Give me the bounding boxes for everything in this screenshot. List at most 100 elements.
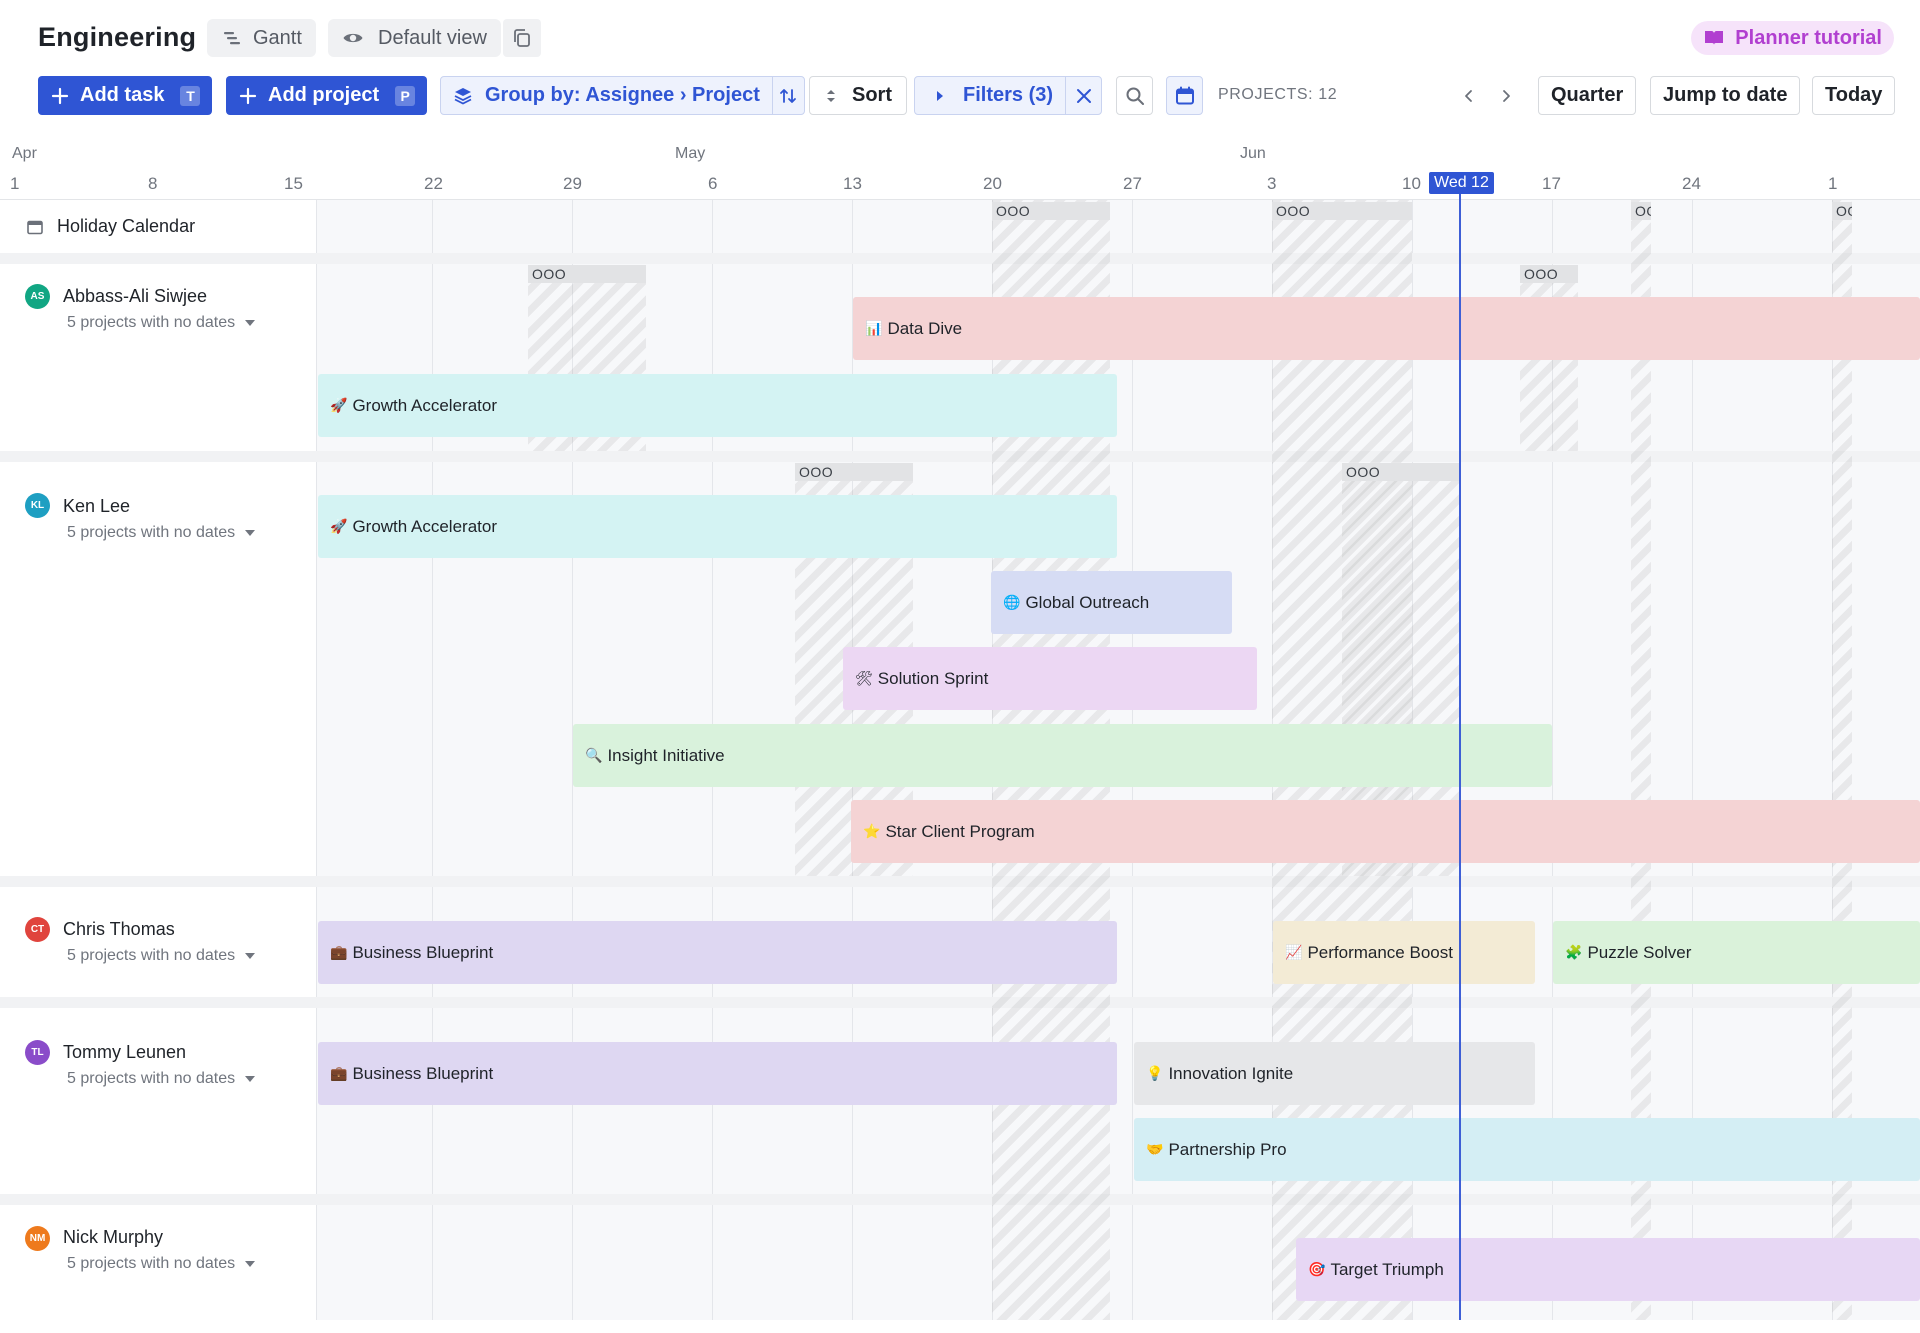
calendar-icon — [27, 220, 43, 235]
project-emoji: 💡 — [1146, 1065, 1164, 1082]
no-dates-toggle[interactable]: 5 projects with no dates — [67, 947, 256, 965]
project-bar[interactable]: 🚀 Growth Accelerator — [318, 495, 1117, 558]
project-bar[interactable]: ⭐ Star Client Program — [851, 800, 1920, 863]
project-bar[interactable]: 🚀 Growth Accelerator — [318, 374, 1117, 437]
project-emoji: 🛠 — [855, 670, 873, 687]
caret-down-icon — [245, 530, 256, 536]
project-name: Insight Initiative — [607, 745, 725, 765]
group-by-control: Group by: Assignee › Project — [440, 76, 805, 115]
project-bar[interactable]: 🌐 Global Outreach — [991, 571, 1232, 634]
no-dates-toggle[interactable]: 5 projects with no dates — [67, 1255, 256, 1273]
toolbar: Engineering Gantt Default view Planner t… — [0, 0, 1920, 170]
no-dates-label: 5 projects with no dates — [67, 314, 236, 331]
add-project-button[interactable]: Add project P — [226, 76, 428, 115]
filters-label: Filters (3) — [963, 84, 1054, 106]
swap-grouping-button[interactable] — [771, 77, 804, 114]
project-emoji: ⭐ — [863, 823, 881, 840]
plus-icon — [51, 87, 69, 104]
plus-icon — [239, 87, 257, 104]
project-name: Partnership Pro — [1168, 1139, 1287, 1159]
assignee-row: AS Abbass-Ali Siwjee 5 projects with no … — [0, 264, 316, 451]
duplicate-view-button[interactable] — [503, 19, 541, 57]
assignee-name: Nick Murphy — [63, 1227, 164, 1247]
avatar: CT — [25, 917, 50, 942]
week-tick: 3 — [1267, 174, 1277, 193]
planner-tutorial-button[interactable]: Planner tutorial — [1691, 21, 1894, 55]
search-button[interactable] — [1116, 76, 1153, 115]
caret-right-icon — [937, 90, 943, 101]
no-dates-toggle[interactable]: 5 projects with no dates — [67, 314, 256, 332]
calendar-icon — [1175, 86, 1194, 104]
project-bar[interactable]: 🛠 Solution Sprint — [843, 647, 1257, 710]
project-bar[interactable]: 🤝 Partnership Pro — [1134, 1118, 1920, 1181]
week-tick: 17 — [1542, 174, 1561, 193]
next-period-button[interactable] — [1493, 83, 1519, 109]
clear-filters-button[interactable] — [1065, 77, 1101, 114]
ooo-label: OOO — [528, 265, 646, 283]
week-tick: 20 — [983, 174, 1002, 193]
filters-button[interactable]: Filters (3) — [915, 77, 1065, 114]
holiday-calendar-toggle[interactable] — [1166, 76, 1203, 115]
gantt-icon — [224, 32, 240, 45]
project-bar[interactable]: 💼 Business Blueprint — [318, 921, 1117, 984]
week-tick: 27 — [1123, 174, 1142, 193]
caret-down-icon — [245, 320, 256, 326]
assignee-name: Tommy Leunen — [63, 1042, 187, 1062]
project-name: Data Dive — [887, 318, 963, 338]
chevron-right-icon — [1503, 90, 1510, 102]
sort-button[interactable]: Sort — [809, 76, 907, 115]
gridline — [432, 200, 433, 1320]
ooo-label: OOO — [1342, 463, 1460, 481]
project-bar[interactable]: 🎯 Target Triumph — [1296, 1238, 1920, 1301]
project-name: Business Blueprint — [352, 1063, 494, 1083]
week-tick: 6 — [708, 174, 718, 193]
project-bar[interactable]: 📈 Performance Boost — [1273, 921, 1535, 984]
holiday-ooo-label: OO — [1631, 202, 1651, 220]
no-dates-toggle[interactable]: 5 projects with no dates — [67, 524, 256, 542]
avatar: KL — [25, 493, 50, 518]
project-name: Puzzle Solver — [1587, 942, 1692, 962]
project-emoji: 🔍 — [585, 747, 603, 764]
project-emoji: 💼 — [330, 944, 348, 961]
gantt-view-button[interactable]: Gantt — [207, 19, 316, 57]
project-bar[interactable]: 💼 Business Blueprint — [318, 1042, 1117, 1105]
swap-icon — [780, 88, 797, 103]
projects-count: PROJECTS: 12 — [1218, 86, 1338, 103]
week-tick: 1 — [10, 174, 20, 193]
week-tick: 15 — [284, 174, 303, 193]
project-emoji: 🚀 — [330, 397, 348, 414]
holiday-calendar-label: Holiday Calendar — [57, 216, 196, 236]
today-button[interactable]: Today — [1812, 76, 1896, 115]
add-task-button[interactable]: Add task T — [38, 76, 213, 115]
group-by-button[interactable]: Group by: Assignee › Project — [441, 77, 772, 114]
project-bar[interactable]: 🧩 Puzzle Solver — [1553, 921, 1920, 984]
month-label: Apr — [12, 145, 37, 162]
gantt-view-label: Gantt — [253, 26, 302, 49]
assignee-name: Abbass-Ali Siwjee — [63, 286, 208, 306]
assignee-row: CT Chris Thomas 5 projects with no dates — [0, 887, 316, 997]
add-project-label: Add project — [268, 84, 380, 106]
layers-icon — [454, 87, 472, 105]
project-bar[interactable]: 📊 Data Dive — [853, 297, 1920, 360]
avatar: NM — [25, 1226, 50, 1251]
project-bar[interactable]: 🔍 Insight Initiative — [573, 724, 1552, 787]
project-emoji: 📊 — [865, 320, 883, 337]
week-tick: 1 — [1828, 174, 1838, 193]
holiday-ooo-label: OOO — [992, 202, 1110, 220]
assignee-name: Chris Thomas — [63, 919, 175, 939]
project-bar[interactable]: 💡 Innovation Ignite — [1134, 1042, 1535, 1105]
project-name: Target Triumph — [1330, 1259, 1444, 1279]
project-name: Global Outreach — [1025, 592, 1150, 612]
today-line — [1459, 194, 1461, 1320]
caret-down-icon — [245, 953, 256, 959]
saved-view-button[interactable]: Default view — [328, 19, 501, 57]
page-title: Engineering — [38, 22, 197, 52]
no-dates-toggle[interactable]: 5 projects with no dates — [67, 1070, 256, 1088]
quarter-zoom-button[interactable]: Quarter — [1538, 76, 1637, 115]
project-name: Growth Accelerator — [352, 395, 497, 415]
previous-period-button[interactable] — [1456, 83, 1482, 109]
project-name: Business Blueprint — [352, 942, 494, 962]
project-emoji: 🧩 — [1565, 944, 1583, 961]
holiday-ooo-label: OOO — [1272, 202, 1412, 220]
jump-to-date-button[interactable]: Jump to date — [1650, 76, 1801, 115]
